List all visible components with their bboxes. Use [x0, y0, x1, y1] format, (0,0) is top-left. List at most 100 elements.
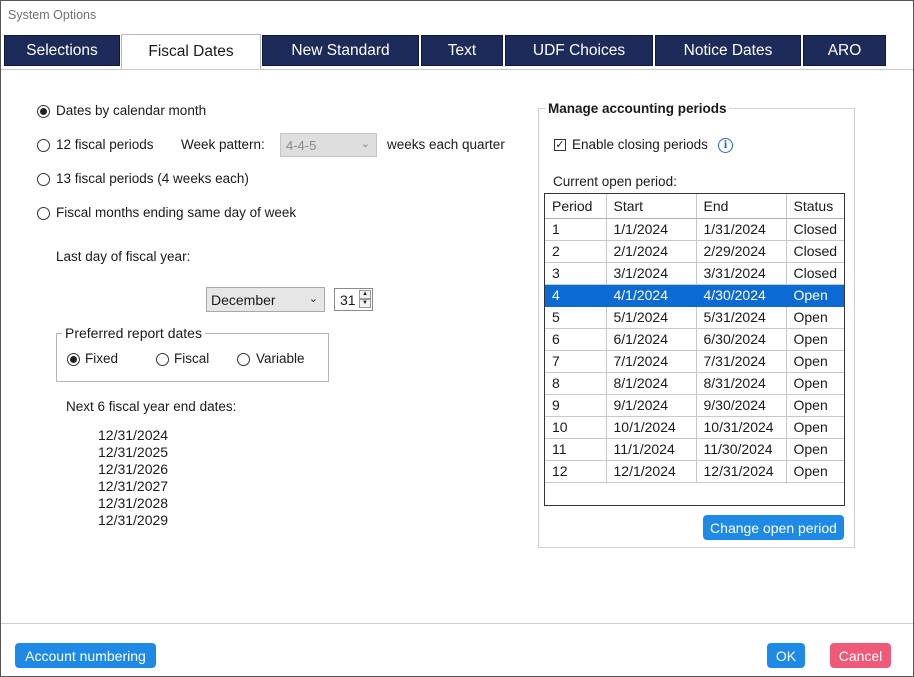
table-cell: Open: [786, 350, 844, 373]
table-row[interactable]: 4 4/1/2024 4/30/2024 Open: [545, 284, 844, 307]
table-cell: 2/1/2024: [606, 240, 697, 263]
week-pattern-select[interactable]: 4-4-5 ⌄: [280, 133, 377, 157]
table-row[interactable]: 3 3/1/2024 3/31/2024 Closed: [545, 262, 844, 285]
table-cell: 7/31/2024: [696, 350, 787, 373]
system-options-window: System Options Selections Fiscal Dates N…: [0, 0, 914, 677]
table-row[interactable]: 8 8/1/2024 8/31/2024 Open: [545, 372, 844, 395]
list-item: 12/31/2027: [98, 478, 169, 494]
change-open-period-button[interactable]: Change open period: [703, 515, 844, 540]
fiscal-label: Fiscal: [174, 351, 210, 366]
table-cell: 8/1/2024: [606, 372, 697, 395]
table-cell: Open: [786, 416, 844, 439]
account-numbering-button[interactable]: Account numbering: [15, 643, 156, 668]
tab-notice-dates[interactable]: Notice Dates: [655, 35, 801, 66]
column-header[interactable]: Start: [606, 194, 697, 219]
table-row[interactable]: 1 1/1/2024 1/31/2024 Closed: [545, 218, 844, 241]
table-cell: 8: [545, 372, 607, 395]
table-row[interactable]: 2 2/1/2024 2/29/2024 Closed: [545, 240, 844, 263]
next-dates-label: Next 6 fiscal year end dates:: [66, 399, 237, 414]
table-row[interactable]: 7 7/1/2024 7/31/2024 Open: [545, 350, 844, 373]
table-cell: Closed: [786, 240, 844, 263]
table-cell: Closed: [786, 262, 844, 285]
same-day-of-week-radio[interactable]: [37, 207, 50, 220]
column-header[interactable]: Status: [786, 194, 844, 219]
table-cell: Open: [786, 438, 844, 461]
table-cell: 5/1/2024: [606, 306, 697, 329]
tab-aro[interactable]: ARO: [803, 35, 886, 66]
table-cell: 12/1/2024: [606, 460, 697, 483]
table-cell: 10/31/2024: [696, 416, 787, 439]
column-header[interactable]: Period: [545, 194, 607, 219]
table-cell: 5/31/2024: [696, 306, 787, 329]
table-row[interactable]: 12 12/1/2024 12/31/2024 Open: [545, 460, 844, 483]
table-cell: 3/1/2024: [606, 262, 697, 285]
month-select[interactable]: December ⌄: [206, 287, 325, 312]
table-cell: 10/1/2024: [606, 416, 697, 439]
twelve-periods-radio[interactable]: [37, 139, 50, 152]
calendar-month-radio[interactable]: [37, 105, 50, 118]
table-cell: Open: [786, 372, 844, 395]
list-item: 12/31/2029: [98, 512, 169, 528]
tab-selections[interactable]: Selections: [4, 35, 120, 66]
table-cell: 12: [545, 460, 607, 483]
tab-bar: Selections Fiscal Dates New Standard Tex…: [1, 34, 913, 70]
table-row[interactable]: 5 5/1/2024 5/31/2024 Open: [545, 306, 844, 329]
table-row[interactable]: 6 6/1/2024 6/30/2024 Open: [545, 328, 844, 351]
thirteen-periods-radio[interactable]: [37, 173, 50, 186]
column-header[interactable]: End: [696, 194, 787, 219]
day-value: 31: [340, 292, 356, 308]
spin-down-icon[interactable]: ▼: [359, 299, 371, 308]
table-cell: 4/30/2024: [696, 284, 787, 307]
enable-closing-checkbox[interactable]: ✓: [554, 139, 566, 151]
table-cell: 1: [545, 218, 607, 241]
tab-fiscal-dates[interactable]: Fiscal Dates: [121, 34, 261, 69]
variable-radio[interactable]: [237, 353, 250, 366]
table-cell: 3: [545, 262, 607, 285]
table-cell: 11/1/2024: [606, 438, 697, 461]
fixed-radio[interactable]: [67, 353, 80, 366]
table-row[interactable]: 11 11/1/2024 11/30/2024 Open: [545, 438, 844, 461]
month-value: December: [211, 292, 276, 308]
footer-divider: [1, 623, 913, 624]
window-title: System Options: [8, 8, 97, 22]
table-cell: 5: [545, 306, 607, 329]
table-cell: 2/29/2024: [696, 240, 787, 263]
table-cell: 4/1/2024: [606, 284, 697, 307]
title-bar: System Options: [1, 1, 913, 31]
table-cell: Open: [786, 328, 844, 351]
info-icon[interactable]: i: [718, 138, 733, 153]
chevron-down-icon: ⌄: [360, 138, 370, 150]
tab-udf-choices[interactable]: UDF Choices: [505, 35, 653, 66]
table-cell: Closed: [786, 218, 844, 241]
tab-text[interactable]: Text: [421, 35, 503, 66]
fixed-label: Fixed: [85, 351, 119, 366]
weeks-each-quarter-label: weeks each quarter: [387, 137, 505, 152]
week-pattern-value: 4-4-5: [286, 138, 317, 153]
table-cell: 12/31/2024: [696, 460, 787, 483]
table-cell: 6/30/2024: [696, 328, 787, 351]
table-cell: 9: [545, 394, 607, 417]
periods-table[interactable]: Period Start End Status 1 1/1/2024 1/31/20…: [544, 193, 845, 506]
table-cell: 4: [545, 284, 607, 307]
table-cell: 11: [545, 438, 607, 461]
table-cell: 6/1/2024: [606, 328, 697, 351]
spin-up-icon[interactable]: ▲: [359, 290, 371, 299]
ok-button[interactable]: OK: [767, 643, 805, 668]
table-header-row: Period Start End Status: [545, 194, 844, 219]
list-item: 12/31/2024: [98, 427, 169, 443]
calendar-month-label: Dates by calendar month: [56, 103, 207, 118]
variable-label: Variable: [256, 351, 305, 366]
group-legend: Preferred report dates: [62, 325, 205, 341]
table-cell: 7: [545, 350, 607, 373]
cancel-button[interactable]: Cancel: [830, 643, 891, 668]
fiscal-radio[interactable]: [156, 353, 169, 366]
day-spinner[interactable]: 31 ▲ ▼: [334, 288, 373, 311]
thirteen-periods-label: 13 fiscal periods (4 weeks each): [56, 171, 249, 186]
table-cell: Open: [786, 394, 844, 417]
table-cell: 7/1/2024: [606, 350, 697, 373]
table-row[interactable]: 9 9/1/2024 9/30/2024 Open: [545, 394, 844, 417]
table-row[interactable]: 10 10/1/2024 10/31/2024 Open: [545, 416, 844, 439]
table-cell: 3/31/2024: [696, 262, 787, 285]
tab-new-standard[interactable]: New Standard: [262, 35, 419, 66]
same-day-of-week-label: Fiscal months ending same day of week: [56, 205, 297, 220]
